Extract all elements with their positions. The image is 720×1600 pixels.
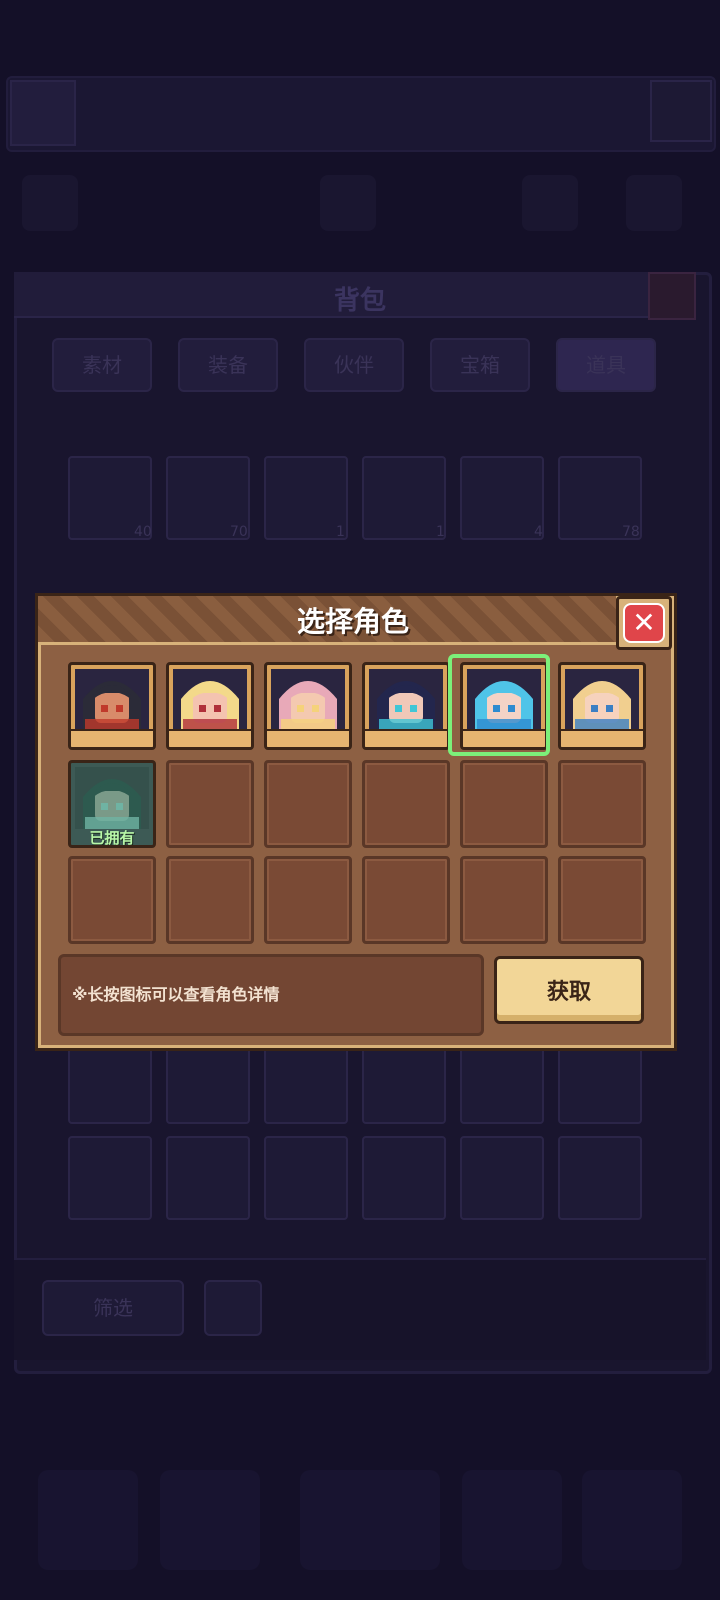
bg-item-count: 40: [134, 524, 152, 540]
bg-player-avatar: [10, 80, 76, 146]
empty-character-slot[interactable]: [460, 856, 548, 944]
close-icon: ✕: [623, 603, 665, 643]
bg-nav-icon: [300, 1470, 440, 1570]
bg-menu-icon: [522, 175, 578, 231]
empty-character-slot[interactable]: [460, 760, 548, 848]
bg-menu-icon: [626, 175, 682, 231]
portrait-frame-band: [71, 729, 153, 747]
bg-item-count: 1: [436, 524, 445, 540]
empty-character-slot[interactable]: [362, 856, 450, 944]
bg-item-slot: [558, 1040, 642, 1124]
empty-character-slot[interactable]: [362, 760, 450, 848]
character-slot-1[interactable]: [68, 662, 156, 750]
owned-label: 已拥有: [89, 829, 135, 847]
close-button[interactable]: ✕: [616, 596, 672, 650]
bg-item-slot: [460, 456, 544, 540]
character-portrait: [75, 669, 149, 731]
bg-item-slot: [264, 1136, 348, 1220]
empty-character-slot[interactable]: [558, 856, 646, 944]
dialog-title: 选择角色: [296, 605, 409, 638]
character-slot-6[interactable]: [558, 662, 646, 750]
bg-panel-title: 背包: [333, 286, 386, 316]
bg-nav-icon: [160, 1470, 260, 1570]
bg-item-slot: [362, 456, 446, 540]
bg-item-slot: [68, 1136, 152, 1220]
bg-tab-materials: 素材: [52, 338, 152, 392]
bg-item-count: 70: [230, 524, 248, 540]
bg-nav-icon: [38, 1470, 138, 1570]
bg-item-slot: [166, 1040, 250, 1124]
bg-top-bar: [6, 76, 716, 152]
portrait-frame-band: [267, 729, 349, 747]
bg-tab-items: 道具: [556, 338, 656, 392]
character-portrait: [75, 767, 149, 829]
bg-item-slot: [362, 1040, 446, 1124]
empty-character-slot[interactable]: [264, 760, 352, 848]
bg-item-count: 78: [622, 524, 640, 540]
bg-sort-button: [204, 1280, 262, 1336]
empty-character-slot[interactable]: [68, 856, 156, 944]
selected-character-highlight: [448, 654, 550, 756]
bg-item-slot: [362, 1136, 446, 1220]
bg-item-slot: [166, 1136, 250, 1220]
bg-tab-equipment: 装备: [178, 338, 278, 392]
bg-menu-icon: [22, 175, 78, 231]
bg-nav-icon: [582, 1470, 682, 1570]
character-slot-7[interactable]: 已拥有: [68, 760, 156, 848]
empty-character-slot[interactable]: [166, 856, 254, 944]
character-portrait: [369, 669, 443, 731]
portrait-frame-band: [169, 729, 251, 747]
empty-character-slot[interactable]: [264, 856, 352, 944]
character-portrait: [565, 669, 639, 731]
bg-tab-chests: 宝箱: [430, 338, 530, 392]
character-slot-2[interactable]: [166, 662, 254, 750]
hint-text: ※长按图标可以查看角色详情: [72, 985, 280, 1004]
bg-item-slot: [460, 1136, 544, 1220]
character-portrait: [173, 669, 247, 731]
bg-filter-button: 筛选: [42, 1280, 184, 1336]
bg-item-slot: [460, 1040, 544, 1124]
character-slot-4[interactable]: [362, 662, 450, 750]
empty-character-slot[interactable]: [166, 760, 254, 848]
character-slot-3[interactable]: [264, 662, 352, 750]
bg-item-slot: [558, 1136, 642, 1220]
bg-settings-icon: [650, 80, 712, 142]
bg-item-slot: [264, 1040, 348, 1124]
portrait-frame-band: [561, 729, 643, 747]
bg-close-icon: [648, 272, 696, 320]
bg-nav-icon: [462, 1470, 562, 1570]
portrait-frame-band: [365, 729, 447, 747]
empty-character-slot[interactable]: [558, 760, 646, 848]
bg-tab-partners: 伙伴: [304, 338, 404, 392]
character-portrait: [271, 669, 345, 731]
bg-item-slot: [68, 1040, 152, 1124]
bg-menu-icon: [320, 175, 376, 231]
bg-item-count: 4: [534, 524, 543, 540]
get-button[interactable]: 获取: [494, 956, 644, 1024]
bg-item-count: 1: [336, 524, 345, 540]
